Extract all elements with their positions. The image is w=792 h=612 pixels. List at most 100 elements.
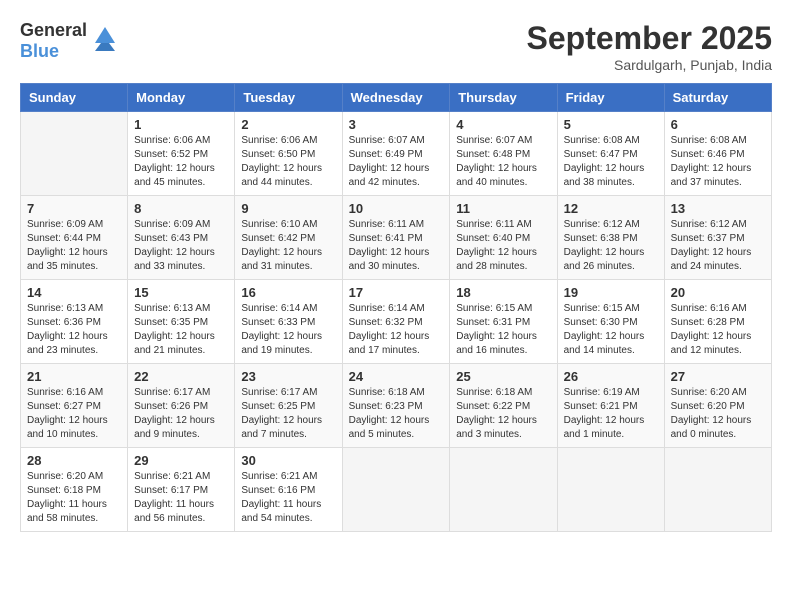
logo-text: General Blue [20, 20, 87, 62]
calendar-cell [450, 448, 557, 532]
day-number: 3 [349, 117, 444, 132]
calendar-week-row: 28 Sunrise: 6:20 AMSunset: 6:18 PMDayligh… [21, 448, 772, 532]
day-info: Sunrise: 6:17 AMSunset: 6:26 PMDaylight:… [134, 386, 228, 442]
calendar-cell: 25 Sunrise: 6:18 AMSunset: 6:22 PMDayligh… [450, 364, 557, 448]
calendar-cell: 28 Sunrise: 6:20 AMSunset: 6:18 PMDayligh… [21, 448, 128, 532]
calendar-cell: 17Sunrise: 6:14 AMSunset: 6:32 PMDayligh… [342, 280, 450, 364]
calendar-cell [557, 448, 664, 532]
day-info: Sunrise: 6:13 AMSunset: 6:35 PMDaylight:… [134, 302, 228, 358]
calendar-cell: 4 Sunrise: 6:07 AMSunset: 6:48 PMDaylight… [450, 112, 557, 196]
calendar-cell: 13Sunrise: 6:12 AMSunset: 6:37 PMDayligh… [664, 196, 771, 280]
day-info: Sunrise: 6:09 AMSunset: 6:44 PMDaylight:… [27, 218, 121, 274]
calendar-cell: 27Sunrise: 6:20 AMSunset: 6:20 PMDayligh… [664, 364, 771, 448]
day-info: Sunrise: 6:07 AMSunset: 6:48 PMDaylight:… [456, 134, 550, 190]
day-info: Sunrise: 6:18 AMSunset: 6:22 PMDaylight:… [456, 386, 550, 442]
day-number: 10 [349, 201, 444, 216]
day-info: Sunrise: 6:18 AMSunset: 6:23 PMDaylight:… [349, 386, 444, 442]
calendar-cell: 3 Sunrise: 6:07 AMSunset: 6:49 PMDaylight… [342, 112, 450, 196]
day-info: Sunrise: 6:15 AMSunset: 6:31 PMDaylight:… [456, 302, 550, 358]
day-number: 25 [456, 369, 550, 384]
calendar-cell: 21Sunrise: 6:16 AMSunset: 6:27 PMDayligh… [21, 364, 128, 448]
day-info: Sunrise: 6:21 AMSunset: 6:16 PMDaylight:… [241, 470, 335, 526]
weekday-header: Tuesday [235, 84, 342, 112]
day-info: Sunrise: 6:14 AMSunset: 6:33 PMDaylight:… [241, 302, 335, 358]
calendar-week-row: 1Sunrise: 6:06 AMSunset: 6:52 PMDaylight… [21, 112, 772, 196]
day-number: 9 [241, 201, 335, 216]
calendar-cell: 26 Sunrise: 6:19 AMSunset: 6:21 PMDayligh… [557, 364, 664, 448]
weekday-header: Monday [128, 84, 235, 112]
day-info: Sunrise: 6:13 AMSunset: 6:36 PMDaylight:… [27, 302, 121, 358]
weekday-header: Friday [557, 84, 664, 112]
calendar-week-row: 7 Sunrise: 6:09 AMSunset: 6:44 PMDaylight… [21, 196, 772, 280]
day-number: 7 [27, 201, 121, 216]
logo: General Blue [20, 20, 119, 62]
calendar-cell: 1Sunrise: 6:06 AMSunset: 6:52 PMDaylight… [128, 112, 235, 196]
calendar-cell: 10 Sunrise: 6:11 AMSunset: 6:41 PMDayligh… [342, 196, 450, 280]
day-number: 6 [671, 117, 765, 132]
location-subtitle: Sardulgarh, Punjab, India [527, 57, 772, 73]
calendar-cell [21, 112, 128, 196]
calendar-cell: 18 Sunrise: 6:15 AMSunset: 6:31 PMDayligh… [450, 280, 557, 364]
day-number: 2 [241, 117, 335, 132]
day-number: 5 [564, 117, 658, 132]
day-number: 1 [134, 117, 228, 132]
day-info: Sunrise: 6:20 AMSunset: 6:18 PMDaylight:… [27, 470, 121, 526]
day-info: Sunrise: 6:20 AMSunset: 6:20 PMDaylight:… [671, 386, 765, 442]
calendar-cell: 5 Sunrise: 6:08 AMSunset: 6:47 PMDaylight… [557, 112, 664, 196]
day-number: 23 [241, 369, 335, 384]
day-number: 8 [134, 201, 228, 216]
calendar-cell: 20Sunrise: 6:16 AMSunset: 6:28 PMDayligh… [664, 280, 771, 364]
day-info: Sunrise: 6:17 AMSunset: 6:25 PMDaylight:… [241, 386, 335, 442]
day-number: 14 [27, 285, 121, 300]
calendar-cell: 7 Sunrise: 6:09 AMSunset: 6:44 PMDaylight… [21, 196, 128, 280]
logo-block: General Blue [20, 20, 119, 62]
day-info: Sunrise: 6:09 AMSunset: 6:43 PMDaylight:… [134, 218, 228, 274]
day-number: 19 [564, 285, 658, 300]
calendar-cell: 24Sunrise: 6:18 AMSunset: 6:23 PMDayligh… [342, 364, 450, 448]
page-header: General Blue September 2025 Sardulgarh, … [20, 20, 772, 73]
day-number: 28 [27, 453, 121, 468]
day-number: 13 [671, 201, 765, 216]
weekday-header: Saturday [664, 84, 771, 112]
calendar-cell [664, 448, 771, 532]
day-number: 18 [456, 285, 550, 300]
logo-general: General [20, 20, 87, 40]
logo-icon [91, 23, 119, 51]
weekday-header: Sunday [21, 84, 128, 112]
calendar-cell: 16 Sunrise: 6:14 AMSunset: 6:33 PMDayligh… [235, 280, 342, 364]
title-block: September 2025 Sardulgarh, Punjab, India [527, 20, 772, 73]
calendar-week-row: 21Sunrise: 6:16 AMSunset: 6:27 PMDayligh… [21, 364, 772, 448]
day-number: 17 [349, 285, 444, 300]
calendar-cell: 12Sunrise: 6:12 AMSunset: 6:38 PMDayligh… [557, 196, 664, 280]
day-number: 4 [456, 117, 550, 132]
month-title: September 2025 [527, 20, 772, 57]
day-info: Sunrise: 6:07 AMSunset: 6:49 PMDaylight:… [349, 134, 444, 190]
weekday-header: Thursday [450, 84, 557, 112]
day-info: Sunrise: 6:11 AMSunset: 6:40 PMDaylight:… [456, 218, 550, 274]
calendar-cell: 29Sunrise: 6:21 AMSunset: 6:17 PMDayligh… [128, 448, 235, 532]
calendar-cell: 8 Sunrise: 6:09 AMSunset: 6:43 PMDaylight… [128, 196, 235, 280]
day-number: 29 [134, 453, 228, 468]
day-number: 16 [241, 285, 335, 300]
day-info: Sunrise: 6:19 AMSunset: 6:21 PMDaylight:… [564, 386, 658, 442]
day-info: Sunrise: 6:08 AMSunset: 6:47 PMDaylight:… [564, 134, 658, 190]
day-number: 22 [134, 369, 228, 384]
calendar-cell: 19Sunrise: 6:15 AMSunset: 6:30 PMDayligh… [557, 280, 664, 364]
day-number: 26 [564, 369, 658, 384]
day-info: Sunrise: 6:16 AMSunset: 6:28 PMDaylight:… [671, 302, 765, 358]
day-info: Sunrise: 6:10 AMSunset: 6:42 PMDaylight:… [241, 218, 335, 274]
calendar-cell: 30Sunrise: 6:21 AMSunset: 6:16 PMDayligh… [235, 448, 342, 532]
logo-blue: Blue [20, 41, 59, 61]
calendar-cell: 9 Sunrise: 6:10 AMSunset: 6:42 PMDaylight… [235, 196, 342, 280]
day-info: Sunrise: 6:11 AMSunset: 6:41 PMDaylight:… [349, 218, 444, 274]
day-info: Sunrise: 6:08 AMSunset: 6:46 PMDaylight:… [671, 134, 765, 190]
day-info: Sunrise: 6:12 AMSunset: 6:38 PMDaylight:… [564, 218, 658, 274]
calendar-table: SundayMondayTuesdayWednesdayThursdayFrid… [20, 83, 772, 532]
day-number: 21 [27, 369, 121, 384]
calendar-cell: 23 Sunrise: 6:17 AMSunset: 6:25 PMDayligh… [235, 364, 342, 448]
calendar-cell: 15 Sunrise: 6:13 AMSunset: 6:35 PMDayligh… [128, 280, 235, 364]
calendar-cell: 11Sunrise: 6:11 AMSunset: 6:40 PMDayligh… [450, 196, 557, 280]
weekday-header: Wednesday [342, 84, 450, 112]
calendar-header-row: SundayMondayTuesdayWednesdayThursdayFrid… [21, 84, 772, 112]
day-number: 15 [134, 285, 228, 300]
